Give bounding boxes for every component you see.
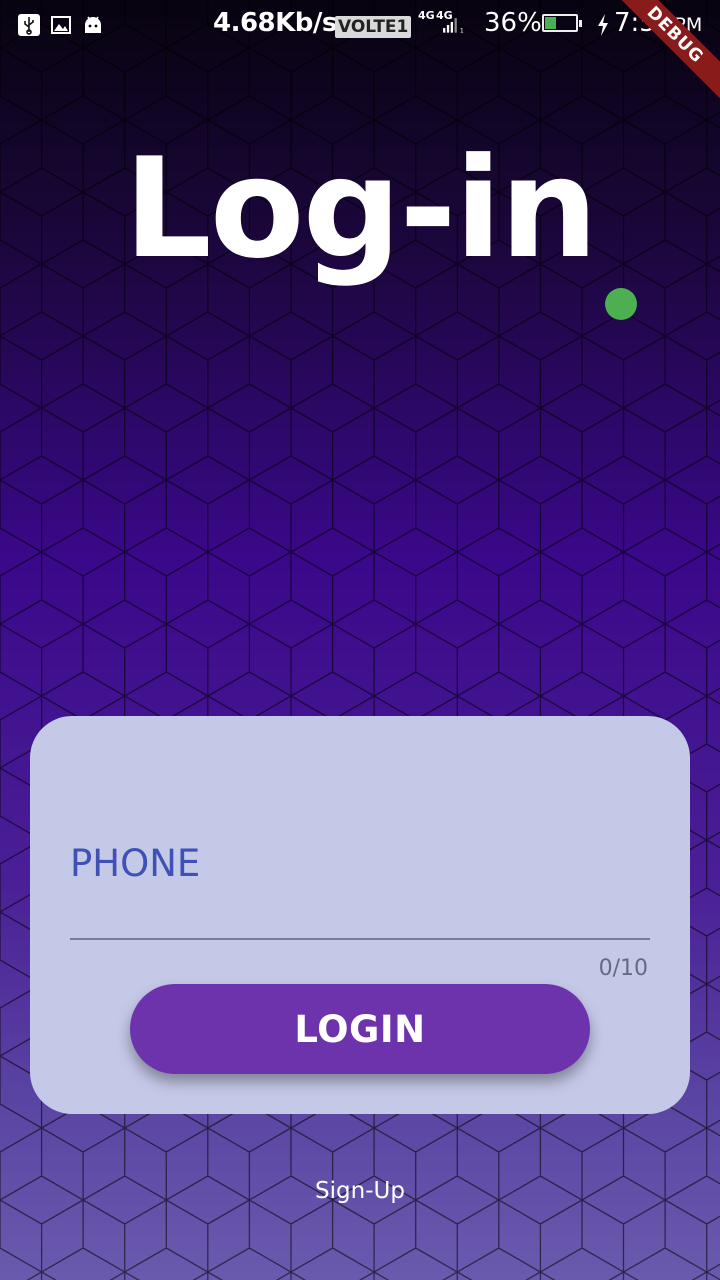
login-button[interactable]: LOGIN <box>130 984 590 1074</box>
charging-icon <box>590 12 616 38</box>
login-card: 0/10 LOGIN <box>30 716 690 1114</box>
signal-icon: 1 <box>440 12 466 38</box>
accent-dot <box>605 288 637 320</box>
phone-input[interactable] <box>70 840 650 886</box>
status-bar: 4.68Kb/s VOLTE1 4G 4G 1 36% 7:54 PM <box>0 0 720 50</box>
signup-link[interactable]: Sign-Up <box>0 1178 720 1204</box>
phone-input-underline <box>70 938 650 940</box>
usb-icon <box>16 12 42 38</box>
battery-level-fill <box>545 17 556 29</box>
network-speed: 4.68Kb/s <box>213 8 337 38</box>
battery-icon <box>542 14 582 32</box>
battery-percent: 36% <box>484 8 542 38</box>
volte-badge: VOLTE1 <box>335 16 412 38</box>
android-icon <box>80 12 106 38</box>
network-type-label: 4G <box>418 9 435 22</box>
image-icon <box>48 12 74 38</box>
page-title: Log-in <box>123 128 598 289</box>
char-counter: 0/10 <box>598 956 648 981</box>
svg-text:1: 1 <box>460 28 464 35</box>
